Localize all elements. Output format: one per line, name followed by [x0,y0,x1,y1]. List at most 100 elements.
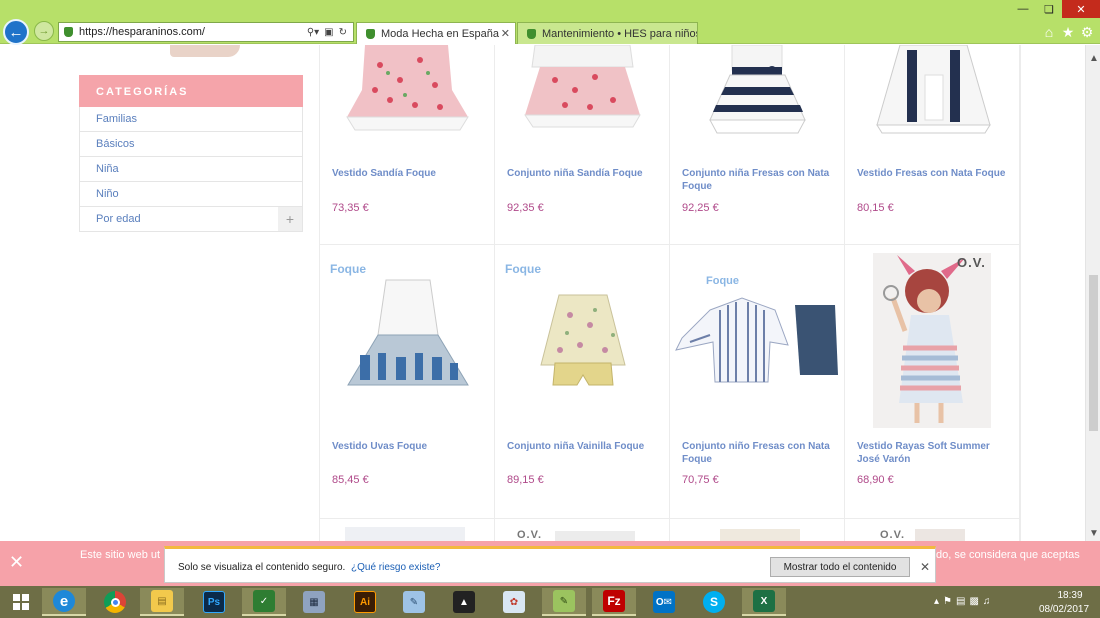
refresh-icon[interactable]: ↻ [339,27,347,38]
settings-gear-icon[interactable]: ⚙ [1078,24,1096,41]
taskbar-notepad[interactable]: ✎ [392,588,436,616]
product-card[interactable]: O.V. [495,519,670,541]
tab-moda-hecha[interactable]: Moda Hecha en España par... ✕ [356,22,516,44]
taskbar-outlook[interactable]: O✉ [642,588,686,616]
cookie-close-icon[interactable]: ✕ [9,552,24,573]
clock-time[interactable]: 18:39 [1046,590,1094,601]
product-name[interactable]: Conjunto niño Fresas con Nata Foque [682,440,834,466]
product-image[interactable] [345,527,465,541]
flag-icon[interactable]: ⚑ [943,596,956,607]
product-card[interactable]: Vestido Sandía Foque 73,35 € [320,45,495,245]
arrow-left-icon: ← [8,23,24,41]
product-image[interactable] [720,529,800,541]
product-image[interactable] [320,275,495,400]
category-nina[interactable]: Niña [79,157,303,182]
product-image[interactable] [670,290,845,390]
url-input[interactable]: https://hesparaninos.com/ [79,26,307,38]
search-icon[interactable]: ⚲▾ [307,27,319,38]
product-image[interactable] [845,253,1020,428]
product-image[interactable] [845,45,1020,137]
product-image[interactable] [495,275,670,400]
product-card[interactable]: Foque Conjunto niño Fresas con Nata Foqu… [670,245,845,519]
product-card[interactable]: Conjunto niña Sandía Foque 92,35 € [495,45,670,245]
tray-icons[interactable]: ▴⚑▤▩♫ [934,596,994,607]
product-image[interactable] [320,45,495,135]
skype-icon: S [703,591,725,613]
brand-logo: O.V. [517,529,542,541]
windows-taskbar: e ▤ Ps ✓ ▦ Ai ✎ ▲ ✿ ✎ Fz O✉ S X ▴⚑▤▩♫ 18… [0,586,1100,618]
product-image[interactable] [555,531,635,541]
product-image[interactable] [495,45,670,135]
taskbar-corel[interactable]: ✓ [242,588,286,616]
product-image[interactable] [670,45,845,140]
taskbar-paint[interactable]: ✿ [492,588,536,616]
product-card[interactable]: Conjunto niña Fresas con Nata Foque 92,2… [670,45,845,245]
product-price: 89,15 € [507,474,544,486]
category-familias[interactable]: Familias [79,107,303,132]
product-card[interactable]: Vestido Fresas con Nata Foque 80,15 € [845,45,1020,245]
product-name[interactable]: Conjunto niña Vainilla Foque [507,440,659,453]
chevron-down-icon[interactable]: ▼ [1089,528,1099,539]
header-image-fragment [170,45,240,57]
product-card[interactable] [320,519,495,541]
product-price: 85,45 € [332,474,369,486]
taskbar-file-explorer[interactable]: ▤ [140,588,184,616]
taskbar-filezilla[interactable]: Fz [592,588,636,616]
product-name[interactable]: Conjunto niña Fresas con Nata Foque [682,167,834,193]
restore-button[interactable]: ❏ [1036,0,1062,18]
taskbar-excel[interactable]: X [742,588,786,616]
close-icon[interactable]: ✕ [920,560,930,574]
signal-icon[interactable]: ▩ [969,596,982,607]
product-name[interactable]: Vestido Sandía Foque [332,167,484,180]
category-por-edad[interactable]: Por edad + [79,207,303,232]
site-favicon-icon [366,28,375,39]
category-nino[interactable]: Niño [79,182,303,207]
product-card[interactable]: Foque Conjunto niña Vainilla Foque 89,15… [495,245,670,519]
security-notification-bar: Solo se visualiza el contenido seguro. ¿… [164,546,936,583]
product-price: 68,90 € [857,474,894,486]
start-button[interactable] [0,586,42,618]
taskbar-illustrator[interactable]: Ai [343,588,387,616]
favorites-star-icon[interactable]: ★ [1059,24,1077,41]
taskbar-skype[interactable]: S [692,588,736,616]
product-card[interactable]: O.V. Vestido Rayas Soft Summer José Varó… [845,245,1020,519]
category-basicos[interactable]: Básicos [79,132,303,157]
home-icon[interactable]: ⌂ [1040,24,1058,40]
volume-icon[interactable]: ♫ [983,596,995,607]
product-card[interactable]: O.V. [845,519,1020,541]
taskbar-internet-explorer[interactable]: e [42,588,86,616]
product-price: 92,35 € [507,202,544,214]
product-name[interactable]: Vestido Rayas Soft Summer José Varón [857,440,1009,466]
paint-palette-icon: ✿ [503,591,525,613]
taskbar-photoshop[interactable]: Ps [192,588,236,616]
product-name[interactable]: Vestido Uvas Foque [332,440,484,453]
product-image[interactable] [915,529,965,541]
back-button[interactable]: ← [3,19,29,45]
brand-logo: O.V. [880,529,905,541]
tab-close-icon[interactable]: ✕ [501,27,510,40]
product-card[interactable]: Foque Vestido Uvas Foque 85,45 € [320,245,495,519]
clock-date[interactable]: 08/02/2017 [1036,604,1092,615]
chevron-up-icon[interactable]: ▲ [1089,53,1099,64]
taskbar-calculator[interactable]: ▦ [292,588,336,616]
lock-icon[interactable]: ▣ [324,27,333,38]
product-card[interactable] [670,519,845,541]
address-bar[interactable]: https://hesparaninos.com/ ⚲▾ ▣ ↻ [58,22,354,42]
taskbar-chrome[interactable] [93,588,137,616]
scrollbar-thumb[interactable] [1089,275,1098,431]
product-name[interactable]: Conjunto niña Sandía Foque [507,167,659,180]
taskbar-inkscape[interactable]: ▲ [442,588,486,616]
page-scrollbar[interactable]: ▲ ▼ [1085,45,1100,541]
show-all-content-button[interactable]: Mostrar todo el contenido [770,557,910,577]
brand-logo: O.V. [957,255,986,270]
network-icon[interactable]: ▤ [956,596,969,607]
risk-info-link[interactable]: ¿Qué riesgo existe? [351,562,441,573]
forward-button[interactable]: → [34,21,54,41]
tab-mantenimiento[interactable]: Mantenimiento • HES para niños [517,22,698,44]
taskbar-notepad-plus-plus[interactable]: ✎ [542,588,586,616]
product-name[interactable]: Vestido Fresas con Nata Foque [857,167,1009,180]
expand-plus-icon[interactable]: + [278,207,302,231]
minimize-button[interactable]: — [1010,0,1036,18]
chevron-up-icon[interactable]: ▴ [934,596,943,607]
close-window-button[interactable]: ✕ [1062,0,1100,18]
